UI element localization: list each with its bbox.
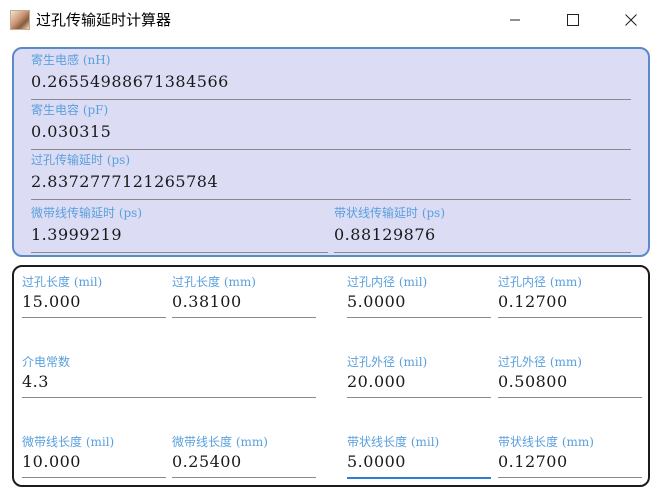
field-underline bbox=[22, 477, 166, 478]
field-underline bbox=[172, 477, 316, 478]
field-underline bbox=[347, 317, 491, 318]
via-outer-mil-label: 过孔外径 (mil) bbox=[347, 355, 428, 369]
via-inner-mil-field[interactable]: 过孔内径 (mil) 5.0000 bbox=[347, 275, 491, 321]
via-length-mm-input[interactable]: 0.38100 bbox=[172, 291, 242, 313]
stripline-length-mm-field[interactable]: 带状线长度 (mm) 0.12700 bbox=[498, 435, 642, 481]
field-underline-focused bbox=[347, 477, 491, 479]
field-underline bbox=[22, 397, 316, 398]
via-length-mil-input[interactable]: 15.000 bbox=[22, 291, 81, 313]
stripline-length-mil-field[interactable]: 带状线长度 (mil) 5.0000 bbox=[347, 435, 491, 481]
dielectric-constant-label: 介电常数 bbox=[22, 355, 71, 369]
stripline-length-mil-input[interactable]: 5.0000 bbox=[347, 451, 406, 473]
stripline-length-mm-input[interactable]: 0.12700 bbox=[498, 451, 568, 473]
via-outer-mil-input[interactable]: 20.000 bbox=[347, 371, 406, 393]
parasitic-capacitance-label: 寄生电容 (pF) bbox=[31, 103, 109, 117]
results-panel: 寄生电感 (nH) 0.26554988671384566 寄生电容 (pF) … bbox=[12, 47, 650, 257]
via-length-mm-label: 过孔长度 (mm) bbox=[172, 275, 256, 289]
parasitic-inductance-value[interactable]: 0.26554988671384566 bbox=[31, 71, 229, 93]
field-underline bbox=[334, 252, 631, 253]
stripline-length-mm-label: 带状线长度 (mm) bbox=[498, 435, 594, 449]
parasitic-capacitance-field[interactable]: 寄生电容 (pF) 0.030315 bbox=[31, 103, 631, 153]
microstrip-length-mil-input[interactable]: 10.000 bbox=[22, 451, 81, 473]
via-delay-label: 过孔传输延时 (ps) bbox=[31, 153, 131, 167]
via-delay-field[interactable]: 过孔传输延时 (ps) 2.8372777121265784 bbox=[31, 153, 631, 203]
field-underline bbox=[31, 149, 631, 150]
microstrip-length-mil-field[interactable]: 微带线长度 (mil) 10.000 bbox=[22, 435, 166, 481]
microstrip-delay-field[interactable]: 微带线传输延时 (ps) 1.3999219 bbox=[31, 206, 328, 256]
field-underline bbox=[172, 317, 316, 318]
dielectric-constant-input[interactable]: 4.3 bbox=[22, 371, 49, 393]
dielectric-constant-field[interactable]: 介电常数 4.3 bbox=[22, 355, 316, 401]
parasitic-inductance-field[interactable]: 寄生电感 (nH) 0.26554988671384566 bbox=[31, 53, 631, 103]
field-underline bbox=[498, 477, 642, 478]
via-inner-mm-input[interactable]: 0.12700 bbox=[498, 291, 568, 313]
close-button[interactable] bbox=[602, 0, 660, 40]
via-length-mm-field[interactable]: 过孔长度 (mm) 0.38100 bbox=[172, 275, 316, 321]
via-inner-mm-label: 过孔内径 (mm) bbox=[498, 275, 582, 289]
field-underline bbox=[31, 199, 631, 200]
parasitic-capacitance-value[interactable]: 0.030315 bbox=[31, 121, 111, 143]
minimize-button[interactable] bbox=[486, 0, 544, 40]
via-outer-mm-label: 过孔外径 (mm) bbox=[498, 355, 582, 369]
inputs-panel: 过孔长度 (mil) 15.000 过孔长度 (mm) 0.38100 过孔内径… bbox=[12, 265, 650, 487]
microstrip-length-mm-field[interactable]: 微带线长度 (mm) 0.25400 bbox=[172, 435, 316, 481]
field-underline bbox=[31, 252, 328, 253]
microstrip-length-mm-label: 微带线长度 (mm) bbox=[172, 435, 268, 449]
field-underline bbox=[498, 317, 642, 318]
maximize-button[interactable] bbox=[544, 0, 602, 40]
stripline-delay-value[interactable]: 0.88129876 bbox=[334, 224, 436, 246]
close-icon bbox=[625, 14, 637, 26]
stripline-delay-label: 带状线传输延时 (ps) bbox=[334, 206, 446, 220]
app-photo-icon bbox=[10, 10, 30, 30]
maximize-icon bbox=[567, 14, 579, 26]
via-inner-mil-label: 过孔内径 (mil) bbox=[347, 275, 428, 289]
via-inner-mm-field[interactable]: 过孔内径 (mm) 0.12700 bbox=[498, 275, 642, 321]
microstrip-length-mil-label: 微带线长度 (mil) bbox=[22, 435, 115, 449]
parasitic-inductance-label: 寄生电感 (nH) bbox=[31, 53, 111, 67]
minimize-icon bbox=[510, 19, 520, 21]
microstrip-length-mm-input[interactable]: 0.25400 bbox=[172, 451, 242, 473]
via-inner-mil-input[interactable]: 5.0000 bbox=[347, 291, 406, 313]
stripline-length-mil-label: 带状线长度 (mil) bbox=[347, 435, 440, 449]
via-outer-mm-field[interactable]: 过孔外径 (mm) 0.50800 bbox=[498, 355, 642, 401]
field-underline bbox=[22, 317, 166, 318]
stripline-delay-field[interactable]: 带状线传输延时 (ps) 0.88129876 bbox=[334, 206, 631, 256]
title-bar[interactable]: 过孔传输延时计算器 bbox=[0, 0, 661, 40]
via-outer-mil-field[interactable]: 过孔外径 (mil) 20.000 bbox=[347, 355, 491, 401]
via-outer-mm-input[interactable]: 0.50800 bbox=[498, 371, 568, 393]
via-length-mil-label: 过孔长度 (mil) bbox=[22, 275, 103, 289]
window-title: 过孔传输延时计算器 bbox=[36, 11, 172, 29]
field-underline bbox=[31, 99, 631, 100]
microstrip-delay-label: 微带线传输延时 (ps) bbox=[31, 206, 143, 220]
via-length-mil-field[interactable]: 过孔长度 (mil) 15.000 bbox=[22, 275, 166, 321]
field-underline bbox=[347, 397, 491, 398]
via-delay-value[interactable]: 2.8372777121265784 bbox=[31, 171, 218, 193]
field-underline bbox=[498, 397, 642, 398]
microstrip-delay-value[interactable]: 1.3999219 bbox=[31, 224, 122, 246]
